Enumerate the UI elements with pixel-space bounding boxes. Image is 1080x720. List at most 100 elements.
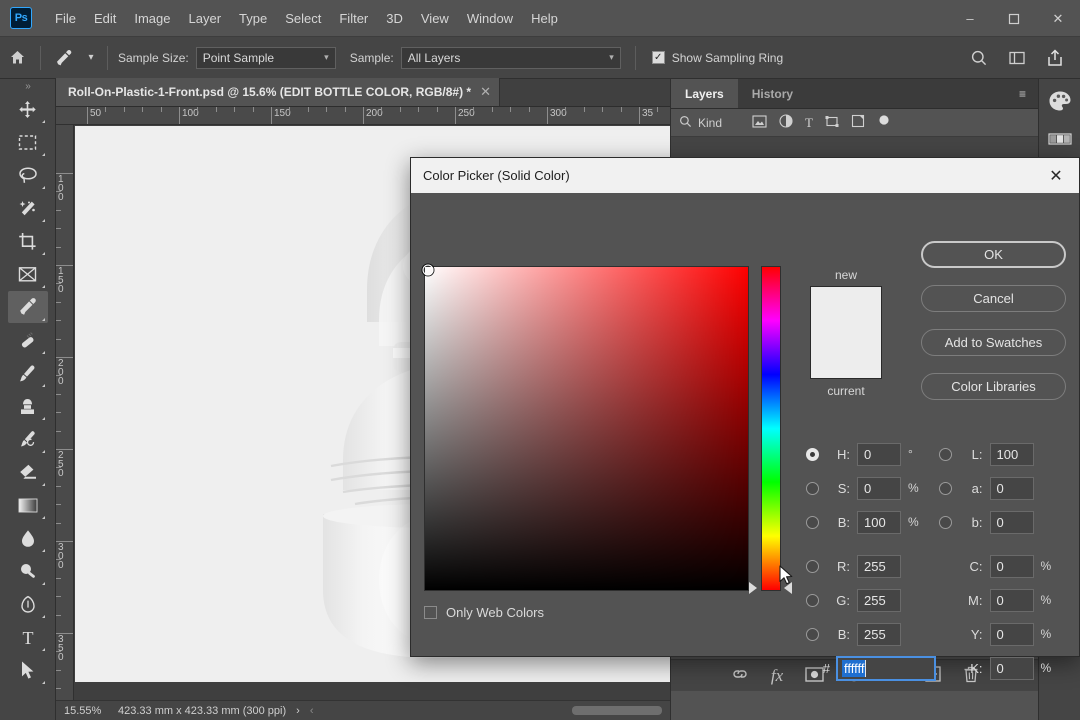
dialog-title-bar[interactable]: Color Picker (Solid Color) ✕	[411, 158, 1079, 193]
menu-filter[interactable]: Filter	[330, 7, 377, 30]
g-radio[interactable]	[806, 593, 819, 607]
spot-healing-brush-tool[interactable]	[8, 324, 48, 356]
status-prev-icon[interactable]: ‹	[310, 705, 314, 717]
clone-stamp-tool[interactable]	[8, 390, 48, 422]
menu-view[interactable]: View	[412, 7, 458, 30]
saturation-brightness-field[interactable]	[422, 264, 749, 591]
move-tool[interactable]	[8, 93, 48, 125]
pixel-filter-icon[interactable]	[752, 114, 767, 131]
b-input[interactable]: 0	[989, 510, 1034, 534]
eraser-tool[interactable]	[8, 456, 48, 488]
crop-tool[interactable]	[8, 225, 48, 257]
shape-filter-icon[interactable]	[825, 115, 839, 131]
menu-type[interactable]: Type	[230, 7, 276, 30]
lasso-tool[interactable]	[8, 159, 48, 191]
filter-kind-control[interactable]: Kind	[679, 115, 722, 131]
close-icon[interactable]: ✕	[1041, 161, 1071, 191]
only-web-colors-checkbox[interactable]: ✓ Only Web Colors	[424, 605, 544, 620]
color-palette-icon[interactable]	[1045, 87, 1075, 115]
tab-layers[interactable]: Layers	[671, 79, 738, 108]
close-button[interactable]: ✕	[1036, 0, 1080, 37]
menu-edit[interactable]: Edit	[85, 7, 125, 30]
b-radio[interactable]	[938, 515, 952, 529]
c-input[interactable]: 0	[989, 554, 1034, 578]
show-sampling-ring-checkbox[interactable]: ✓ Show Sampling Ring	[651, 51, 783, 65]
document-tab[interactable]: Roll-On-Plastic-1-Front.psd @ 15.6% (EDI…	[56, 78, 500, 106]
g-input[interactable]: 255	[857, 588, 901, 612]
b-input[interactable]: 100	[857, 510, 901, 534]
menu-help[interactable]: Help	[522, 7, 567, 30]
tool-preset-chevron-icon[interactable]: ▾	[81, 43, 101, 73]
smart-object-filter-icon[interactable]	[851, 114, 865, 131]
status-next-icon[interactable]: ›	[296, 705, 300, 717]
pen-tool[interactable]	[8, 588, 48, 620]
b2-radio[interactable]	[806, 627, 819, 641]
zoom-level[interactable]: 15.55%	[64, 705, 108, 717]
menu-select[interactable]: Select	[276, 7, 330, 30]
hue-slider-handle-left[interactable]	[749, 581, 757, 594]
r-radio[interactable]	[806, 559, 819, 573]
horizontal-scrollbar[interactable]	[572, 706, 662, 715]
menu-layer[interactable]: Layer	[180, 7, 231, 30]
a-input[interactable]: 0	[989, 476, 1034, 500]
dodge-tool[interactable]	[8, 555, 48, 587]
type-filter-icon[interactable]: T	[805, 115, 813, 131]
b-radio[interactable]	[806, 515, 819, 529]
home-icon[interactable]	[0, 43, 34, 73]
type-tool[interactable]: T	[8, 621, 48, 653]
m-input[interactable]: 0	[989, 588, 1034, 612]
link-icon[interactable]	[731, 667, 749, 684]
y-input[interactable]: 0	[989, 622, 1034, 646]
r-input[interactable]: 255	[857, 554, 901, 578]
s-radio[interactable]	[806, 481, 819, 495]
sample-select[interactable]: All Layers ▾	[400, 46, 621, 69]
eyedropper-tool[interactable]	[7, 291, 48, 323]
ruler-minor-tick	[583, 107, 585, 112]
cancel-button[interactable]: Cancel	[921, 285, 1066, 312]
menu-3d[interactable]: 3D	[377, 7, 412, 30]
l-radio[interactable]	[938, 447, 952, 461]
hue-slider-handle-right[interactable]	[784, 581, 792, 594]
swatches-icon[interactable]	[1045, 125, 1075, 153]
workspace-icon[interactable]	[1000, 43, 1034, 73]
eyedropper-icon[interactable]	[47, 43, 81, 73]
ok-button[interactable]: OK	[921, 241, 1066, 268]
color-libraries-button[interactable]: Color Libraries	[921, 373, 1066, 400]
s-input[interactable]: 0	[857, 476, 901, 500]
sample-size-select[interactable]: Point Sample ▾	[195, 46, 336, 69]
path-selection-tool[interactable]	[8, 654, 48, 686]
minimize-button[interactable]: –	[948, 0, 992, 37]
menu-image[interactable]: Image	[125, 7, 179, 30]
toggle-filter-icon[interactable]	[877, 114, 891, 131]
blur-tool[interactable]	[8, 522, 48, 554]
gradient-tool[interactable]	[8, 489, 48, 521]
history-brush-tool[interactable]	[8, 423, 48, 455]
brush-tool[interactable]	[8, 357, 48, 389]
frame-tool[interactable]	[8, 258, 48, 290]
l-input[interactable]: 100	[989, 442, 1034, 466]
b2-input[interactable]: 255	[857, 622, 901, 646]
panel-menu-icon[interactable]: ≡	[1007, 79, 1038, 108]
new-color-swatch[interactable]	[810, 286, 882, 379]
a-radio[interactable]	[938, 481, 952, 495]
menu-file[interactable]: File	[46, 7, 85, 30]
share-icon[interactable]	[1038, 43, 1072, 73]
rectangular-marquee-tool[interactable]	[8, 126, 48, 158]
h-radio[interactable]	[806, 447, 819, 461]
add-to-swatches-button[interactable]: Add to Swatches	[921, 329, 1066, 356]
close-icon[interactable]: ✕	[480, 84, 491, 100]
h-input[interactable]: 0	[857, 442, 901, 466]
adjustment-filter-icon[interactable]	[779, 114, 793, 131]
gradient-icon	[18, 498, 38, 513]
color-field-marker[interactable]	[422, 264, 434, 276]
k-input[interactable]: 0	[989, 656, 1034, 680]
toolbar-grip[interactable]: »	[0, 79, 55, 93]
magic-wand-tool[interactable]	[8, 192, 48, 224]
menu-window[interactable]: Window	[458, 7, 522, 30]
tab-history[interactable]: History	[738, 79, 807, 108]
hue-slider[interactable]	[761, 266, 781, 591]
fx-icon[interactable]: fx	[771, 666, 783, 686]
hex-input[interactable]: ffffff	[837, 656, 935, 680]
search-icon[interactable]	[962, 43, 996, 73]
maximize-button[interactable]	[992, 0, 1036, 37]
